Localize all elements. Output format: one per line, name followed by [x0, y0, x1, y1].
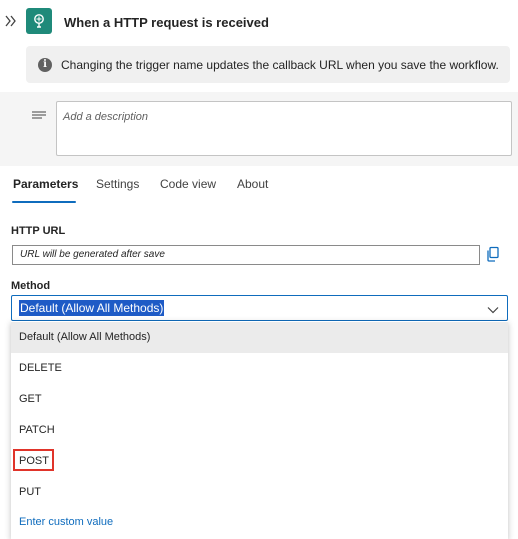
method-option[interactable]: DELETE [11, 353, 508, 384]
http-url-value: URL will be generated after save [20, 249, 165, 260]
active-tab-indicator [12, 201, 76, 203]
method-option[interactable]: PATCH [11, 415, 508, 446]
method-selected-value[interactable]: Default (Allow All Methods) [19, 300, 165, 316]
description-input[interactable] [56, 101, 512, 156]
method-option[interactable]: GET [11, 384, 508, 415]
tab-code-view[interactable]: Code view [160, 177, 216, 191]
tab-about[interactable]: About [237, 177, 268, 191]
http-url-label: HTTP URL [11, 225, 66, 237]
method-option-post[interactable]: POST [11, 446, 508, 477]
tab-parameters[interactable]: Parameters [13, 177, 78, 191]
post-highlight-box [13, 449, 54, 471]
expand-icon[interactable] [4, 13, 18, 29]
enter-custom-value-option[interactable]: Enter custom value [11, 507, 508, 538]
description-placeholder: Add a description [63, 111, 148, 123]
info-text: Changing the trigger name updates the ca… [61, 58, 499, 72]
chevron-down-icon[interactable] [487, 303, 499, 314]
method-label: Method [11, 280, 51, 292]
method-option[interactable]: Default (Allow All Methods) [11, 322, 508, 353]
trigger-title[interactable]: When a HTTP request is received [64, 15, 269, 30]
description-lines-icon [32, 110, 46, 120]
info-icon: i [38, 58, 52, 72]
tab-settings[interactable]: Settings [96, 177, 139, 191]
copy-icon[interactable] [485, 246, 501, 263]
method-option[interactable]: PUT [11, 477, 508, 508]
http-request-icon [26, 8, 52, 34]
